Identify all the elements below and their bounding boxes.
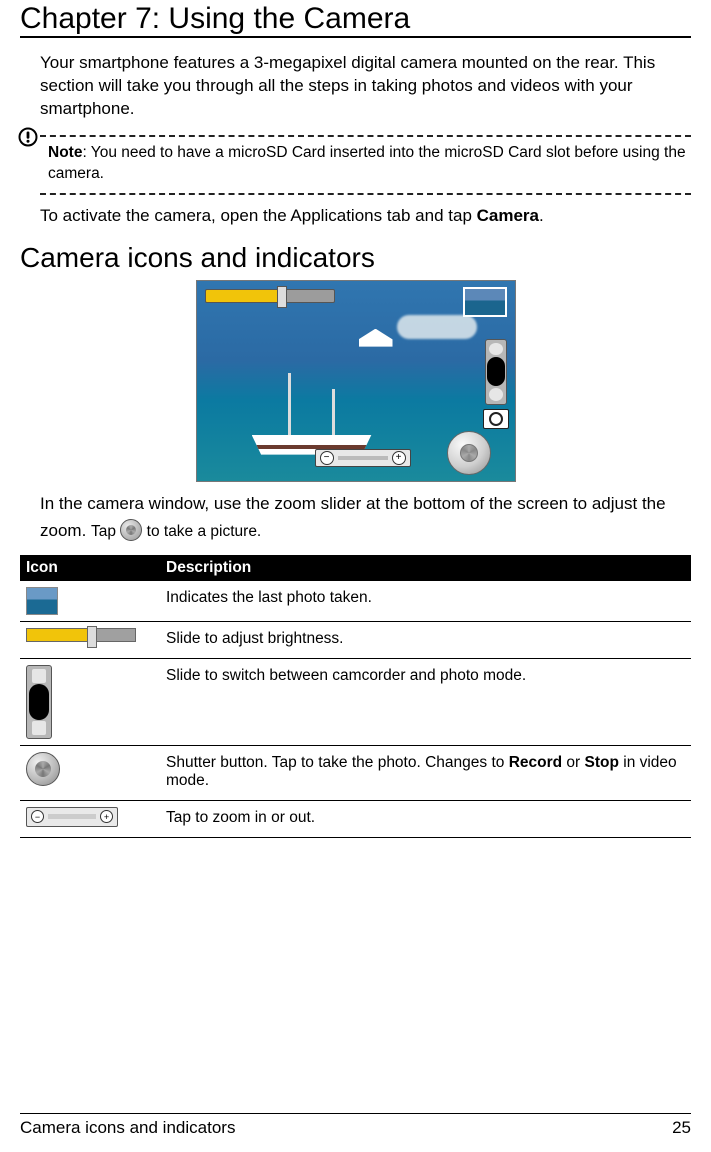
activate-instruction: To activate the camera, open the Applica…: [40, 205, 691, 228]
zoom-out-icon: −: [31, 810, 44, 823]
last-photo-thumbnail-icon: [26, 587, 58, 615]
brightness-slider-knob[interactable]: [277, 286, 287, 308]
zoom-slider-icon: −+: [26, 807, 118, 827]
zoom-instruction: In the camera window, use the zoom slide…: [40, 490, 691, 545]
camera-icon: [483, 409, 509, 429]
zoom-slider[interactable]: − +: [315, 449, 411, 467]
warning-icon: [18, 127, 38, 147]
shutter-button-icon: [26, 752, 60, 786]
table-row: Indicates the last photo taken.: [20, 581, 691, 622]
chapter-title: Chapter 7: Using the Camera: [20, 0, 691, 38]
table-row: Shutter button. Tap to take the photo. C…: [20, 745, 691, 800]
col-header-description: Description: [160, 555, 691, 581]
mode-toggle[interactable]: [485, 339, 507, 405]
shutter-icon: [120, 519, 142, 541]
intro-paragraph: Your smartphone features a 3-megapixel d…: [40, 52, 691, 121]
camcorder-icon: [489, 343, 503, 356]
camera-screenshot: − +: [196, 280, 516, 482]
zoom-in-icon[interactable]: +: [392, 451, 406, 465]
table-row: −+ Tap to zoom in or out.: [20, 800, 691, 837]
icon-description-table: Icon Description Indicates the last phot…: [20, 555, 691, 838]
table-row: Slide to adjust brightness.: [20, 621, 691, 658]
col-header-icon: Icon: [20, 555, 160, 581]
page-footer: Camera icons and indicators 25: [20, 1113, 691, 1138]
page-number: 25: [672, 1118, 691, 1138]
note-box: Note: You need to have a microSD Card in…: [40, 135, 691, 195]
note-text: Note: You need to have a microSD Card in…: [48, 143, 691, 185]
shutter-button[interactable]: [447, 431, 491, 475]
last-photo-thumbnail[interactable]: [463, 287, 507, 317]
brightness-slider-icon: [26, 628, 136, 642]
zoom-out-icon[interactable]: −: [320, 451, 334, 465]
mode-toggle-icon: [26, 665, 52, 739]
table-row: Slide to switch between camcorder and ph…: [20, 658, 691, 745]
zoom-in-icon: +: [100, 810, 113, 823]
photo-mode-icon: [489, 388, 503, 401]
footer-section-name: Camera icons and indicators: [20, 1118, 235, 1138]
brightness-slider[interactable]: [205, 289, 335, 303]
section-title: Camera icons and indicators: [20, 242, 691, 274]
